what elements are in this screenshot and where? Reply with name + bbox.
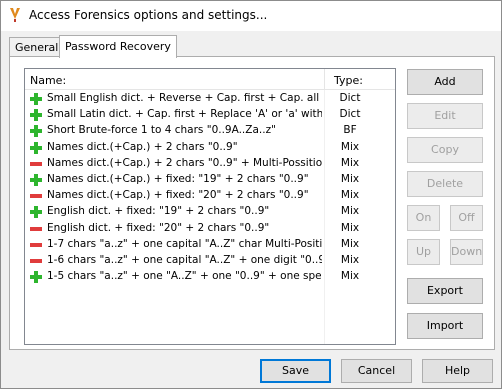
- list-item-type: Dict: [339, 92, 361, 104]
- list-item[interactable]: 1-5 chars "a..z" + one "A..Z" + one "0..…: [25, 269, 395, 285]
- list-item-type: Mix: [340, 270, 360, 283]
- disabled-minus-icon[interactable]: [30, 255, 42, 267]
- list-item-name: English dict. + fixed: "20" + 2 chars "0…: [47, 221, 270, 234]
- attack-list[interactable]: Name: Type: Small English dict. + Revers…: [24, 68, 396, 345]
- list-item-type: Mix: [340, 189, 360, 202]
- list-item[interactable]: English dict. + fixed: "19" + 2 chars "0…: [25, 204, 395, 220]
- list-item-name: 1-7 chars "a..z" + one capital "A..Z" ch…: [47, 237, 322, 250]
- window-title: Access Forensics options and settings...: [29, 8, 268, 22]
- list-item-name: Small Latin dict. + Cap. first + Replace…: [47, 108, 322, 121]
- column-header-type[interactable]: Type:: [334, 74, 363, 87]
- copy-button[interactable]: Copy: [407, 137, 483, 163]
- list-item-type: Mix: [340, 237, 360, 250]
- enabled-plus-icon[interactable]: [30, 93, 42, 105]
- disabled-minus-icon[interactable]: [30, 239, 42, 251]
- column-separator[interactable]: [324, 69, 325, 90]
- list-item-name: Names dict.(+Cap.) + fixed: "19" + 2 cha…: [47, 172, 309, 185]
- list-item[interactable]: Short Brute-force 1 to 4 chars "0..9A..Z…: [25, 123, 395, 139]
- list-item-type: Mix: [340, 205, 360, 218]
- help-button[interactable]: Help: [422, 359, 493, 383]
- off-button[interactable]: Off: [450, 205, 483, 231]
- list-item-type: Mix: [340, 172, 360, 185]
- list-item-name: Names dict.(+Cap.) + 2 chars "0..9" + Mu…: [47, 156, 322, 169]
- options-window: Access Forensics options and settings...…: [0, 0, 502, 389]
- delete-button[interactable]: Delete: [407, 171, 483, 197]
- list-item[interactable]: Small Latin dict. + Cap. first + Replace…: [25, 107, 395, 123]
- column-header-name[interactable]: Name:: [30, 74, 66, 87]
- import-button[interactable]: Import: [407, 313, 483, 339]
- list-item[interactable]: Names dict.(+Cap.) + fixed: "19" + 2 cha…: [25, 172, 395, 188]
- list-item[interactable]: Names dict.(+Cap.) + 2 chars "0..9" Mix: [25, 140, 395, 156]
- list-item[interactable]: Names dict.(+Cap.) + 2 chars "0..9" + Mu…: [25, 156, 395, 172]
- app-logo-icon: [10, 8, 20, 22]
- edit-button[interactable]: Edit: [407, 103, 483, 129]
- list-item-type: Mix: [340, 221, 360, 234]
- disabled-minus-icon[interactable]: [30, 158, 42, 170]
- list-item-name: Short Brute-force 1 to 4 chars "0..9A..Z…: [47, 124, 276, 137]
- title-bar[interactable]: Access Forensics options and settings...: [1, 1, 501, 31]
- list-item-name: English dict. + fixed: "19" + 2 chars "0…: [47, 205, 270, 218]
- up-button[interactable]: Up: [407, 239, 440, 265]
- enabled-plus-icon[interactable]: [30, 141, 42, 154]
- enabled-plus-icon[interactable]: [30, 109, 42, 122]
- list-rows: Small English dict. + Reverse + Cap. fir…: [25, 91, 395, 285]
- tab-general[interactable]: General: [9, 37, 65, 56]
- list-item[interactable]: English dict. + fixed: "20" + 2 chars "0…: [25, 221, 395, 237]
- disabled-minus-icon[interactable]: [30, 190, 42, 202]
- cancel-button[interactable]: Cancel: [341, 359, 412, 383]
- list-item-type: Dict: [339, 108, 361, 121]
- list-item-type: BF: [343, 124, 357, 137]
- list-item-name: 1-6 chars "a..z" + one capital "A..Z" + …: [47, 253, 322, 266]
- export-button[interactable]: Export: [407, 278, 483, 304]
- list-item[interactable]: 1-7 chars "a..z" + one capital "A..Z" ch…: [25, 237, 395, 253]
- list-item[interactable]: Small English dict. + Reverse + Cap. fir…: [25, 91, 395, 107]
- list-item-name: 1-5 chars "a..z" + one "A..Z" + one "0..…: [47, 270, 322, 283]
- down-button[interactable]: Down: [450, 239, 483, 265]
- password-recovery-panel: Name: Type: Small English dict. + Revers…: [9, 56, 495, 350]
- enabled-plus-icon[interactable]: [30, 125, 42, 138]
- list-item-type: Mix: [340, 156, 360, 169]
- enabled-plus-icon[interactable]: [30, 173, 42, 186]
- disabled-minus-icon[interactable]: [30, 223, 42, 235]
- list-item-name: Names dict.(+Cap.) + fixed: "20" + 2 cha…: [47, 189, 309, 202]
- list-item-name: Small English dict. + Reverse + Cap. fir…: [47, 92, 320, 104]
- add-button[interactable]: Add: [407, 69, 483, 95]
- on-button[interactable]: On: [407, 205, 440, 231]
- list-item-name: Names dict.(+Cap.) + 2 chars "0..9": [47, 140, 238, 153]
- list-item-type: Mix: [340, 140, 360, 153]
- save-button[interactable]: Save: [260, 359, 331, 383]
- enabled-plus-icon[interactable]: [30, 206, 42, 219]
- list-item-type: Mix: [340, 253, 360, 266]
- list-header: Name: Type:: [25, 69, 395, 90]
- tab-password-recovery[interactable]: Password Recovery: [59, 35, 177, 58]
- list-item[interactable]: 1-6 chars "a..z" + one capital "A..Z" + …: [25, 253, 395, 269]
- list-item[interactable]: Names dict.(+Cap.) + fixed: "20" + 2 cha…: [25, 188, 395, 204]
- enabled-plus-icon[interactable]: [30, 271, 42, 284]
